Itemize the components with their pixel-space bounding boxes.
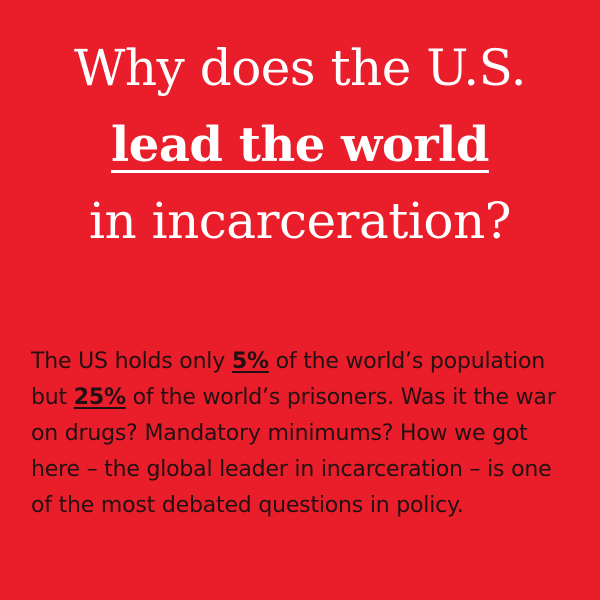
body-text-part-1: The US holds only	[31, 349, 232, 374]
headline-line-1: Why does the U.S.	[73, 39, 527, 97]
headline-emphasis: lead the world	[111, 117, 489, 173]
headline: Why does the U.S. lead the world in inca…	[0, 30, 600, 259]
stat-population-share: 5%	[231, 349, 269, 374]
body-paragraph: The US holds only 5% of the world’s popu…	[31, 344, 576, 524]
headline-line-2: lead the world	[0, 106, 600, 183]
headline-line-3: in incarceration?	[89, 192, 512, 250]
info-card: Why does the U.S. lead the world in inca…	[0, 0, 600, 600]
stat-prisoner-share: 25%	[73, 385, 126, 410]
